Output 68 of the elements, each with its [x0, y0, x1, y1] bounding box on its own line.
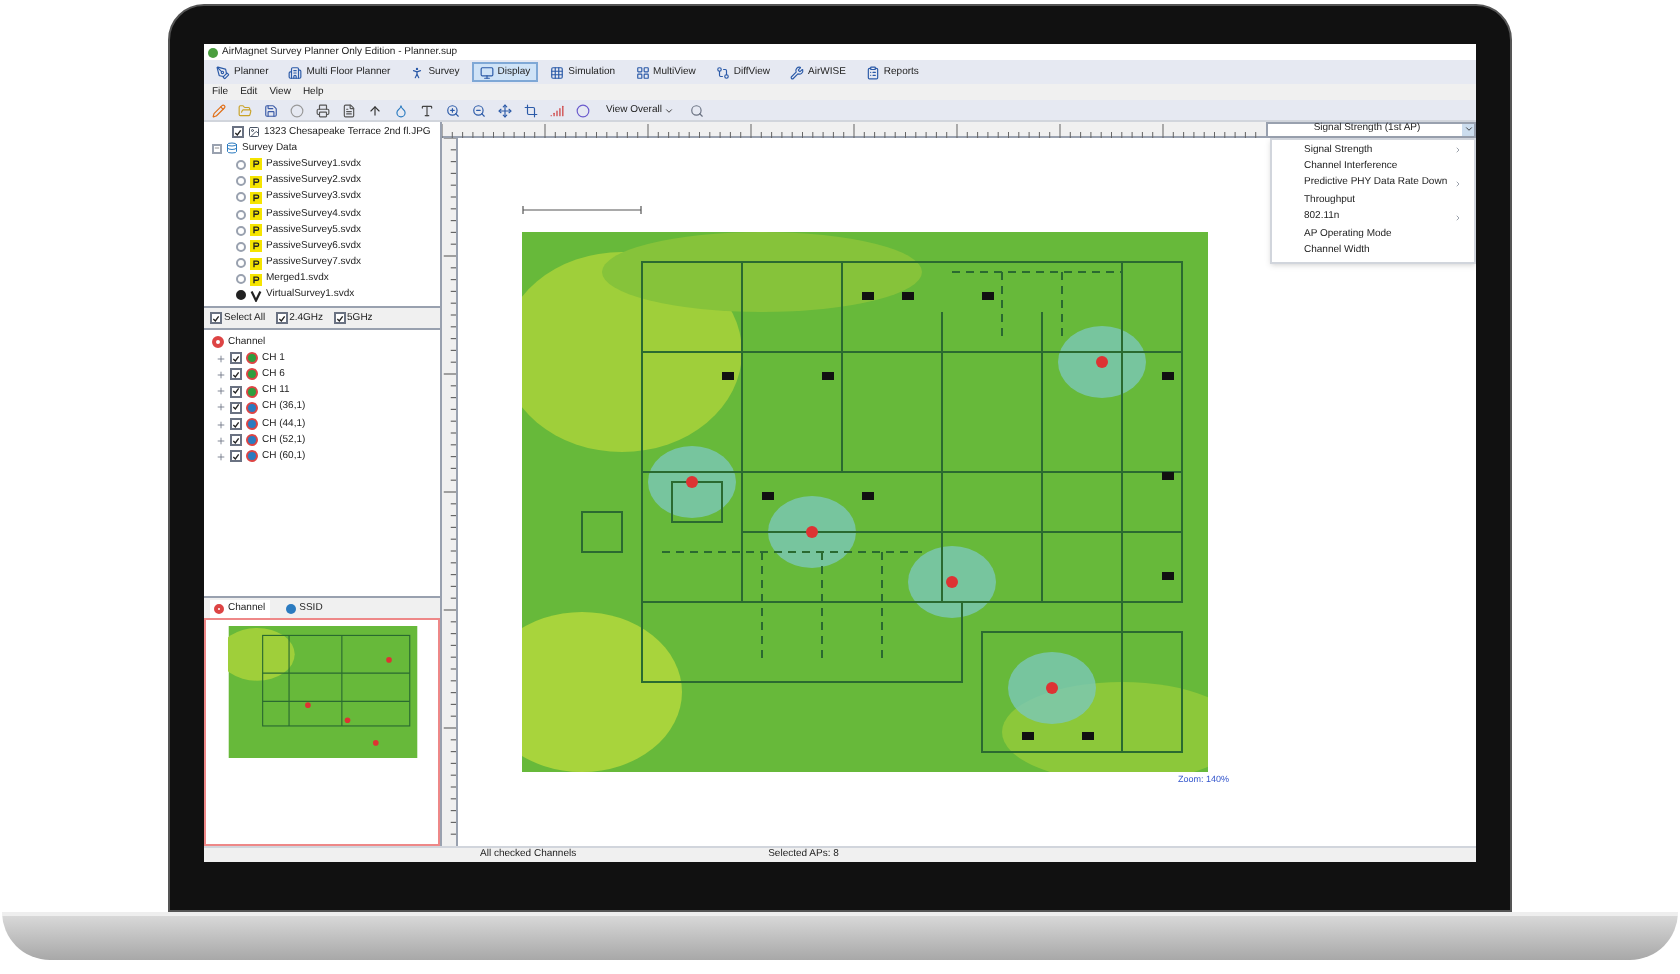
checkbox[interactable] [230, 385, 242, 398]
zoom-out-icon[interactable] [472, 103, 486, 117]
checkbox[interactable] [230, 352, 242, 365]
compare-icon [715, 65, 730, 79]
radio-button[interactable] [236, 176, 246, 187]
droplet-icon[interactable] [394, 103, 408, 117]
passive-survey-icon [250, 175, 262, 188]
building-icon [288, 65, 303, 79]
passive-survey-icon [250, 224, 262, 237]
checkbox[interactable] [230, 450, 242, 463]
database-icon [226, 142, 238, 155]
expand-icon[interactable] [216, 402, 226, 413]
expand-icon[interactable] [216, 419, 226, 430]
radio-button[interactable] [236, 258, 246, 269]
passive-survey-icon [250, 158, 262, 171]
passive-survey-icon [250, 257, 262, 270]
grid-icon [550, 65, 565, 79]
signal-icon[interactable] [550, 103, 564, 117]
expand-icon[interactable] [216, 369, 226, 380]
expand-icon[interactable] [216, 435, 226, 446]
clipboard-icon [865, 65, 880, 79]
search-icon[interactable] [689, 103, 704, 117]
circle-icon[interactable] [576, 103, 590, 117]
checkbox[interactable] [230, 418, 242, 431]
passive-survey-icon [250, 208, 262, 221]
radio-button[interactable] [236, 192, 246, 203]
passive-survey-icon [250, 191, 262, 204]
radio-button[interactable] [236, 274, 246, 285]
checkbox[interactable] [275, 312, 288, 324]
checkbox[interactable] [230, 434, 242, 447]
checkbox[interactable] [210, 312, 222, 324]
checkbox[interactable] [230, 401, 242, 414]
crop-icon[interactable] [524, 103, 538, 117]
save-icon[interactable] [264, 103, 278, 117]
passive-survey-icon [250, 273, 262, 286]
virtual-survey-icon [250, 289, 262, 302]
channel-icon [212, 336, 224, 349]
circle-icon[interactable] [290, 103, 304, 117]
image-icon [248, 126, 260, 139]
scale-bar [522, 206, 642, 214]
text-icon[interactable] [420, 103, 434, 117]
expand-icon[interactable] [216, 451, 226, 462]
checkbox[interactable] [232, 126, 244, 139]
expand-icon[interactable] [216, 353, 226, 364]
zoom-in-icon[interactable] [446, 103, 460, 117]
pencil-icon[interactable] [212, 103, 226, 117]
passive-survey-icon [250, 240, 262, 253]
checkbox[interactable] [333, 312, 346, 324]
arrow-up-icon[interactable] [368, 103, 382, 117]
move-icon[interactable] [498, 103, 512, 117]
caret-icon [663, 105, 674, 115]
person-icon [410, 65, 425, 79]
radio-button[interactable] [236, 209, 246, 220]
radio-button[interactable] [236, 241, 246, 252]
checkbox[interactable] [230, 368, 242, 381]
pen-icon [216, 65, 230, 79]
expand-toggle[interactable] [212, 143, 222, 154]
expand-icon[interactable] [216, 386, 226, 397]
radio-button[interactable] [236, 290, 246, 301]
print-icon[interactable] [316, 103, 330, 117]
monitor-icon [479, 65, 494, 79]
document-icon[interactable] [342, 103, 356, 117]
ring-icon [214, 603, 224, 613]
radio-button[interactable] [236, 225, 246, 236]
wrench-icon [790, 65, 805, 79]
layout-icon [635, 65, 650, 79]
app-icon [208, 47, 218, 57]
radio-button[interactable] [236, 159, 246, 170]
